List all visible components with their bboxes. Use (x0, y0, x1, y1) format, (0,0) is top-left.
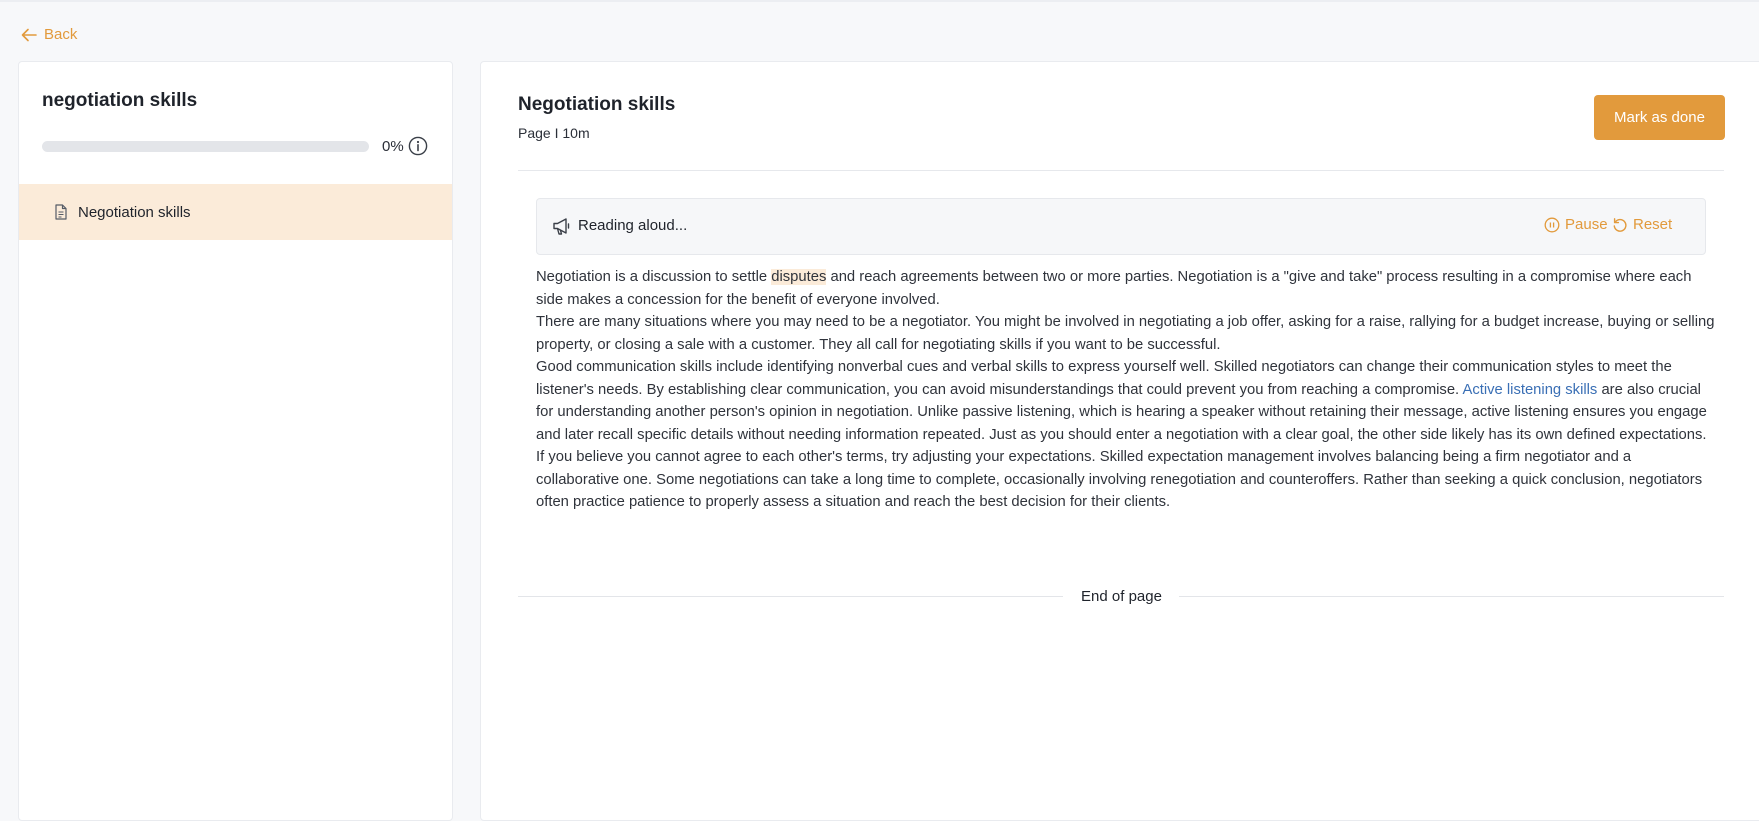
back-label: Back (44, 26, 78, 43)
page-meta: Page I 10m (518, 125, 590, 141)
header-divider (518, 170, 1724, 171)
sidebar-item-label: Negotiation skills (78, 203, 191, 221)
page-content-panel: Negotiation skills Page I 10m Mark as do… (480, 61, 1759, 821)
megaphone-icon (553, 218, 570, 235)
divider-line (518, 595, 1064, 597)
end-of-page-divider: End of page (518, 586, 1724, 606)
course-sidebar: negotiation skills 0% Negotiation skills (18, 61, 453, 821)
paragraph: Good communication skills include identi… (536, 356, 1718, 514)
text-run: Negotiation is a discussion to settle (536, 269, 772, 285)
back-link[interactable]: Back (21, 26, 77, 43)
article-body: Negotiation is a discussion to settle di… (536, 266, 1718, 514)
top-border (0, 0, 1759, 2)
active-listening-link[interactable]: Active listening skills (1462, 382, 1597, 398)
course-title: negotiation skills (42, 90, 198, 111)
pause-label: Pause (1565, 216, 1608, 233)
document-icon (54, 204, 68, 220)
page-title: Negotiation skills (518, 94, 676, 115)
highlighted-word: disputes (771, 269, 827, 285)
reading-status: Reading aloud... (578, 217, 688, 234)
text-run: are also crucial for understanding anoth… (536, 381, 1707, 511)
reset-label: Reset (1633, 216, 1673, 233)
reset-icon (1613, 217, 1627, 232)
mark-as-done-button[interactable]: Mark as done (1594, 95, 1725, 140)
divider-line (1178, 595, 1724, 597)
end-of-page-label: End of page (1081, 587, 1162, 605)
arrow-left-icon (21, 28, 37, 41)
paragraph: There are many situations where you may … (536, 314, 1715, 353)
sidebar-item-negotiation-skills[interactable]: Negotiation skills (19, 184, 452, 240)
paragraph: Negotiation is a discussion to settle di… (536, 266, 1718, 311)
progress-bar (42, 141, 369, 152)
pause-button[interactable]: Pause (1544, 216, 1608, 233)
read-aloud-bar: Reading aloud... Pause Reset (536, 198, 1706, 255)
reset-button[interactable]: Reset (1612, 216, 1672, 233)
progress-percent: 0% (382, 138, 404, 155)
pause-icon (1544, 217, 1560, 232)
info-icon[interactable] (408, 136, 428, 156)
